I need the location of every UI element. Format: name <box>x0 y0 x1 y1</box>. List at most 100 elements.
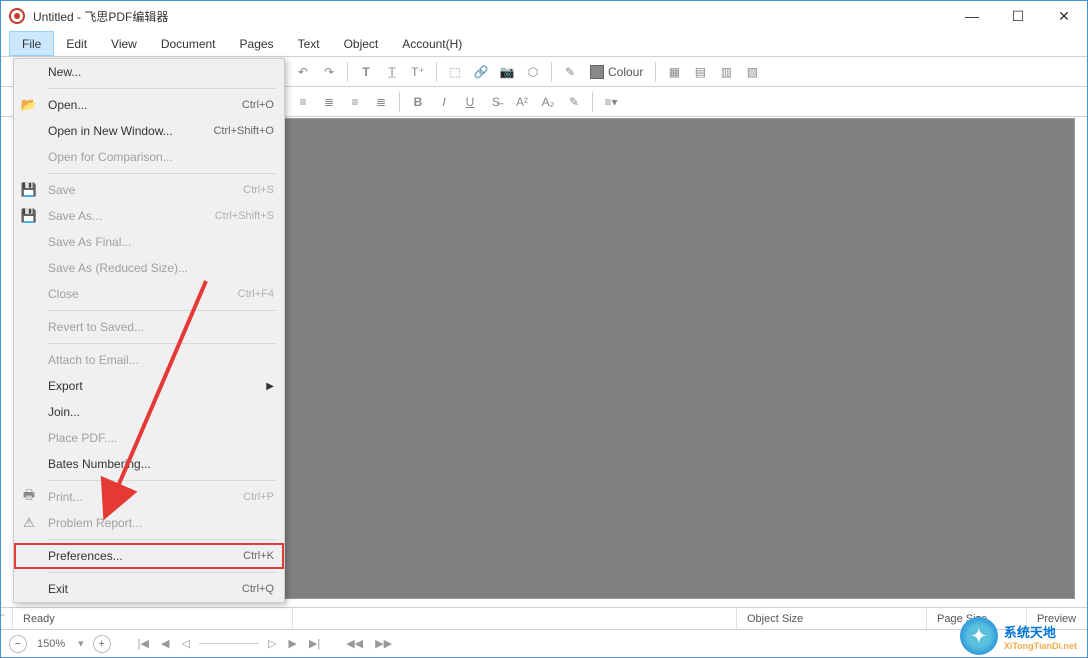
bottom-bar: − 150% ▾ + |◀ ◀ ◁ ▷ ▶ ▶| ◀◀ ▶▶ <box>1 629 1087 657</box>
shape-icon[interactable]: ⬡ <box>521 60 545 84</box>
file-menu-dropdown: New... 📂 Open... Ctrl+O Open in New Wind… <box>13 58 285 603</box>
menu-item-problem-report: ⚠ Problem Report... <box>14 510 284 536</box>
align-left-icon[interactable]: ≡ <box>291 90 315 114</box>
highlight-icon[interactable]: ✎ <box>562 90 586 114</box>
history-forward-button[interactable]: ▶▶ <box>372 637 395 650</box>
italic-icon[interactable]: I <box>432 90 456 114</box>
page-forward-button[interactable]: ▷ <box>265 637 279 650</box>
menu-item-bates[interactable]: Bates Numbering... <box>14 451 284 477</box>
colour-picker[interactable]: Colour <box>584 60 649 84</box>
status-spacer <box>293 608 737 629</box>
status-bar: ¨ Ready Object Size Page Size Preview <box>1 607 1087 629</box>
menu-item-export[interactable]: Export ▶ <box>14 373 284 399</box>
prev-page-button[interactable]: ◀ <box>158 637 172 650</box>
save-as-icon: 💾 <box>14 208 44 224</box>
page-delete-icon[interactable]: ▧ <box>740 60 764 84</box>
watermark-text: 系统天地 XiTongTianDi.net <box>1004 622 1077 651</box>
menu-file[interactable]: File <box>9 31 54 56</box>
folder-open-icon: 📂 <box>14 97 44 113</box>
menu-item-save-reduced: Save As (Reduced Size)... <box>14 255 284 281</box>
menu-item-new[interactable]: New... <box>14 59 284 85</box>
save-icon: 💾 <box>14 182 44 198</box>
menu-document[interactable]: Document <box>149 31 228 56</box>
underline-icon[interactable]: U <box>458 90 482 114</box>
submenu-arrow-icon: ▶ <box>266 381 284 392</box>
separator <box>551 62 552 82</box>
menu-item-save: 💾 Save Ctrl+S <box>14 177 284 203</box>
separator <box>347 62 348 82</box>
status-object-size: Object Size <box>737 608 927 629</box>
menu-item-join[interactable]: Join... <box>14 399 284 425</box>
last-page-button[interactable]: ▶| <box>306 637 323 650</box>
page-back-button[interactable]: ◁ <box>178 637 192 650</box>
menu-view[interactable]: View <box>99 31 149 56</box>
menu-separator <box>48 310 276 311</box>
redo-icon[interactable]: ↷ <box>317 60 341 84</box>
printer-icon: 🖶 <box>14 486 44 508</box>
separator <box>436 62 437 82</box>
warning-icon: ⚠ <box>14 515 44 531</box>
menu-item-attach-email: Attach to Email... <box>14 347 284 373</box>
line-spacing-icon[interactable]: ≡▾ <box>599 90 623 114</box>
menu-bar: File Edit View Document Pages Text Objec… <box>1 31 1087 57</box>
text-box-icon[interactable]: T̲ <box>380 60 404 84</box>
menu-account[interactable]: Account(H) <box>390 31 474 56</box>
colour-swatch-icon <box>590 65 604 79</box>
menu-item-open-new-window[interactable]: Open in New Window... Ctrl+Shift+O <box>14 118 284 144</box>
menu-item-exit[interactable]: Exit Ctrl+Q <box>14 576 284 602</box>
maximize-button[interactable]: ☐ <box>995 1 1041 31</box>
watermark: ✦ 系统天地 XiTongTianDi.net <box>960 617 1077 655</box>
separator <box>592 92 593 112</box>
minimize-button[interactable]: — <box>949 1 995 31</box>
superscript-icon[interactable]: A² <box>510 90 534 114</box>
window-controls: — ☐ ✕ <box>949 1 1087 31</box>
text-edit-icon[interactable]: T⁺ <box>406 60 430 84</box>
align-justify-icon[interactable]: ≣ <box>369 90 393 114</box>
status-ready: Ready <box>13 608 293 629</box>
menu-edit[interactable]: Edit <box>54 31 99 56</box>
bold-icon[interactable]: B <box>406 90 430 114</box>
page-icon-1[interactable]: ▦ <box>662 60 686 84</box>
menu-text[interactable]: Text <box>286 31 332 56</box>
title-bar: Untitled - 飞思PDF编辑器 — ☐ ✕ <box>1 1 1087 31</box>
undo-icon[interactable]: ↶ <box>291 60 315 84</box>
menu-object[interactable]: Object <box>332 31 391 56</box>
menu-separator <box>48 480 276 481</box>
menu-item-open[interactable]: 📂 Open... Ctrl+O <box>14 92 284 118</box>
link-icon[interactable]: 🔗 <box>469 60 493 84</box>
menu-separator <box>48 539 276 540</box>
zoom-value[interactable]: 150% <box>37 638 65 650</box>
menu-item-save-as: 💾 Save As... Ctrl+Shift+S <box>14 203 284 229</box>
menu-item-place-pdf: Place PDF.... <box>14 425 284 451</box>
zoom-dropdown-icon[interactable]: ▾ <box>75 637 87 650</box>
strikethrough-icon[interactable]: S̶ <box>484 90 508 114</box>
colour-label: Colour <box>608 65 643 79</box>
text-tool-icon[interactable]: T <box>354 60 378 84</box>
page-icon-2[interactable]: ▤ <box>688 60 712 84</box>
pencil-icon[interactable]: ✎ <box>558 60 582 84</box>
status-handle: ¨ <box>1 608 13 629</box>
page-add-icon[interactable]: ▥ <box>714 60 738 84</box>
page-slider[interactable] <box>199 643 259 644</box>
menu-item-close: Close Ctrl+F4 <box>14 281 284 307</box>
align-right-icon[interactable]: ≡ <box>343 90 367 114</box>
crop-icon[interactable]: ⬚ <box>443 60 467 84</box>
separator <box>399 92 400 112</box>
next-page-button[interactable]: ▶ <box>285 637 299 650</box>
menu-item-open-comparison: Open for Comparison... <box>14 144 284 170</box>
menu-separator <box>48 343 276 344</box>
align-center-icon[interactable]: ≣ <box>317 90 341 114</box>
window-title: Untitled - 飞思PDF编辑器 <box>33 8 168 25</box>
first-page-button[interactable]: |◀ <box>135 637 152 650</box>
history-back-button[interactable]: ◀◀ <box>343 637 366 650</box>
zoom-in-button[interactable]: + <box>93 635 111 653</box>
subscript-icon[interactable]: A₂ <box>536 90 560 114</box>
menu-item-preferences[interactable]: Preferences... Ctrl+K <box>14 543 284 569</box>
zoom-out-button[interactable]: − <box>9 635 27 653</box>
separator <box>655 62 656 82</box>
camera-icon[interactable]: 📷 <box>495 60 519 84</box>
menu-pages[interactable]: Pages <box>228 31 286 56</box>
app-icon <box>9 8 25 24</box>
menu-item-revert: Revert to Saved... <box>14 314 284 340</box>
close-window-button[interactable]: ✕ <box>1041 1 1087 31</box>
